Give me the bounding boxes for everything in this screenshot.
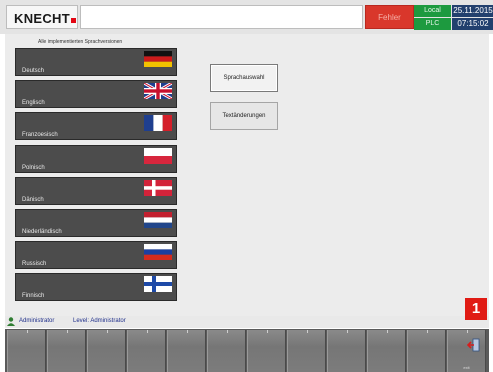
poland-flag-icon xyxy=(144,148,172,164)
key-notch xyxy=(226,330,228,333)
function-key-10[interactable] xyxy=(367,330,406,372)
key-notch xyxy=(66,330,68,333)
function-key-bar: exit xyxy=(5,329,489,372)
key-notch xyxy=(346,330,348,333)
language-row-french[interactable]: Franzoesisch xyxy=(15,112,177,140)
function-key-2[interactable] xyxy=(47,330,86,372)
language-label: Franzoesisch xyxy=(22,132,58,138)
logo-dot xyxy=(70,18,76,23)
language-row-russian[interactable]: Russisch xyxy=(15,241,177,269)
key-notch xyxy=(386,330,388,333)
text-changes-button[interactable]: Textänderungen xyxy=(210,102,278,130)
language-label: Russisch xyxy=(22,261,47,267)
function-key-11[interactable] xyxy=(407,330,446,372)
denmark-flag-icon xyxy=(144,180,172,196)
language-label: Englisch xyxy=(22,100,45,106)
uk-flag-icon xyxy=(144,83,172,99)
logo-text: KNECHT xyxy=(14,11,76,26)
germany-flag-icon xyxy=(144,51,172,67)
language-label: Niederländisch xyxy=(22,229,62,235)
function-key-3[interactable] xyxy=(87,330,126,372)
language-row-finnish[interactable]: Finnisch xyxy=(15,273,177,301)
language-row-danish[interactable]: Dänisch xyxy=(15,177,177,205)
language-label: Dänisch xyxy=(22,197,44,203)
russia-flag-icon xyxy=(144,244,172,260)
status-bar: Administrator Level: Administrator xyxy=(5,316,489,328)
time-display: 07:15:02 xyxy=(452,18,493,30)
user-level: Level: Administrator xyxy=(73,318,126,324)
current-user: Administrator xyxy=(19,318,55,324)
exit-icon xyxy=(467,338,480,352)
function-key-9[interactable] xyxy=(327,330,366,372)
key-notch xyxy=(306,330,308,333)
key-notch xyxy=(146,330,148,333)
language-row-english[interactable]: Englisch xyxy=(15,80,177,108)
callout-marker: 1 xyxy=(465,298,487,320)
top-bar: KNECHT Fehler Local PLC 25.11.2015 07:15… xyxy=(0,0,493,34)
language-row-dutch[interactable]: Niederländisch xyxy=(15,209,177,237)
key-notch xyxy=(466,330,468,333)
key-notch xyxy=(266,330,268,333)
language-select-button[interactable]: Sprachauswahl xyxy=(210,64,278,92)
mode-plc-indicator: PLC xyxy=(414,18,451,30)
language-row-polish[interactable]: Polnisch xyxy=(15,145,177,173)
mode-local-indicator: Local xyxy=(414,5,451,17)
france-flag-icon xyxy=(144,115,172,131)
exit-label: exit xyxy=(463,365,470,370)
language-list-header: Alle implementierten Sprachversionen xyxy=(38,39,123,45)
language-label: Finnisch xyxy=(22,293,45,299)
language-label: Polnisch xyxy=(22,165,45,171)
key-notch xyxy=(106,330,108,333)
language-label: Deutsch xyxy=(22,68,45,74)
function-key-6[interactable] xyxy=(207,330,246,372)
function-key-1[interactable] xyxy=(7,330,46,372)
key-notch xyxy=(186,330,188,333)
screen-title-field xyxy=(80,5,363,29)
function-key-4[interactable] xyxy=(127,330,166,372)
function-key-7[interactable] xyxy=(247,330,286,372)
language-row-german[interactable]: Deutsch xyxy=(15,48,177,76)
date-display: 25.11.2015 xyxy=(452,5,493,17)
user-icon xyxy=(7,317,15,326)
key-notch xyxy=(26,330,28,333)
exit-button[interactable]: exit xyxy=(447,330,486,372)
finland-flag-icon xyxy=(144,276,172,292)
logo: KNECHT xyxy=(6,5,78,29)
error-indicator[interactable]: Fehler xyxy=(365,5,414,29)
function-key-8[interactable] xyxy=(287,330,326,372)
function-key-5[interactable] xyxy=(167,330,206,372)
netherlands-flag-icon xyxy=(144,212,172,228)
key-notch xyxy=(426,330,428,333)
